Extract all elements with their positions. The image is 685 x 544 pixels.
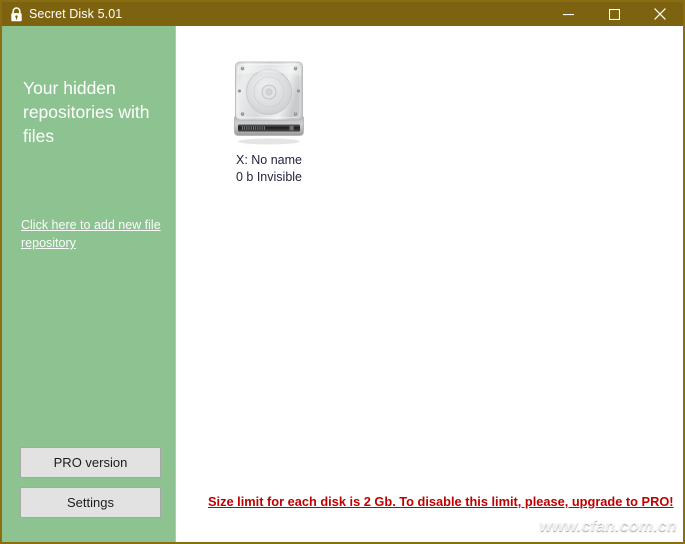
window-title: Secret Disk 5.01 (29, 7, 123, 21)
maximize-button[interactable] (591, 2, 637, 26)
maximize-icon (608, 8, 620, 20)
close-icon (654, 8, 666, 20)
minimize-button[interactable] (545, 2, 591, 26)
close-button[interactable] (637, 2, 683, 26)
hard-disk-icon (231, 54, 307, 146)
title-bar[interactable]: Secret Disk 5.01 (2, 2, 683, 26)
disk-labels: X: No name 0 b Invisible (236, 152, 302, 186)
secret-disk-window: Secret Disk 5.01 Your hidden repositorie… (0, 0, 685, 544)
sidebar-heading: Your hidden repositories with files (23, 78, 150, 146)
disk-list-area: X: No name 0 b Invisible Size limit for … (177, 26, 683, 542)
watermark: www.cfan.com.cn (539, 518, 677, 535)
disk-item[interactable]: X: No name 0 b Invisible (209, 54, 329, 186)
lock-icon (7, 2, 25, 26)
minimize-icon (562, 13, 574, 15)
window-controls (545, 2, 683, 26)
disk-name: X: No name (235, 153, 302, 167)
sidebar: Your hidden repositories with files Clic… (2, 26, 176, 542)
size-limit-notice[interactable]: Size limit for each disk is 2 Gb. To dis… (208, 494, 674, 509)
add-file-repository-link[interactable]: Click here to add new file repository (21, 216, 167, 252)
pro-version-button[interactable]: PRO version (20, 447, 161, 478)
settings-button[interactable]: Settings (20, 487, 161, 518)
disk-status: 0 b Invisible (235, 170, 302, 184)
